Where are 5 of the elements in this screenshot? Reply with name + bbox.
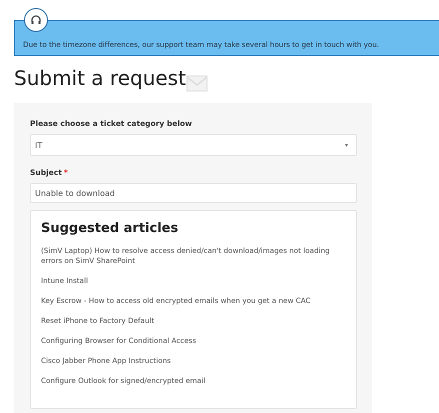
page-title: Submit a request <box>14 66 186 90</box>
subject-field[interactable]: Unable to download <box>30 183 357 203</box>
section-heading: Suggested articles <box>41 221 180 236</box>
headset-icon <box>24 8 48 32</box>
envelope-icon <box>186 75 208 92</box>
